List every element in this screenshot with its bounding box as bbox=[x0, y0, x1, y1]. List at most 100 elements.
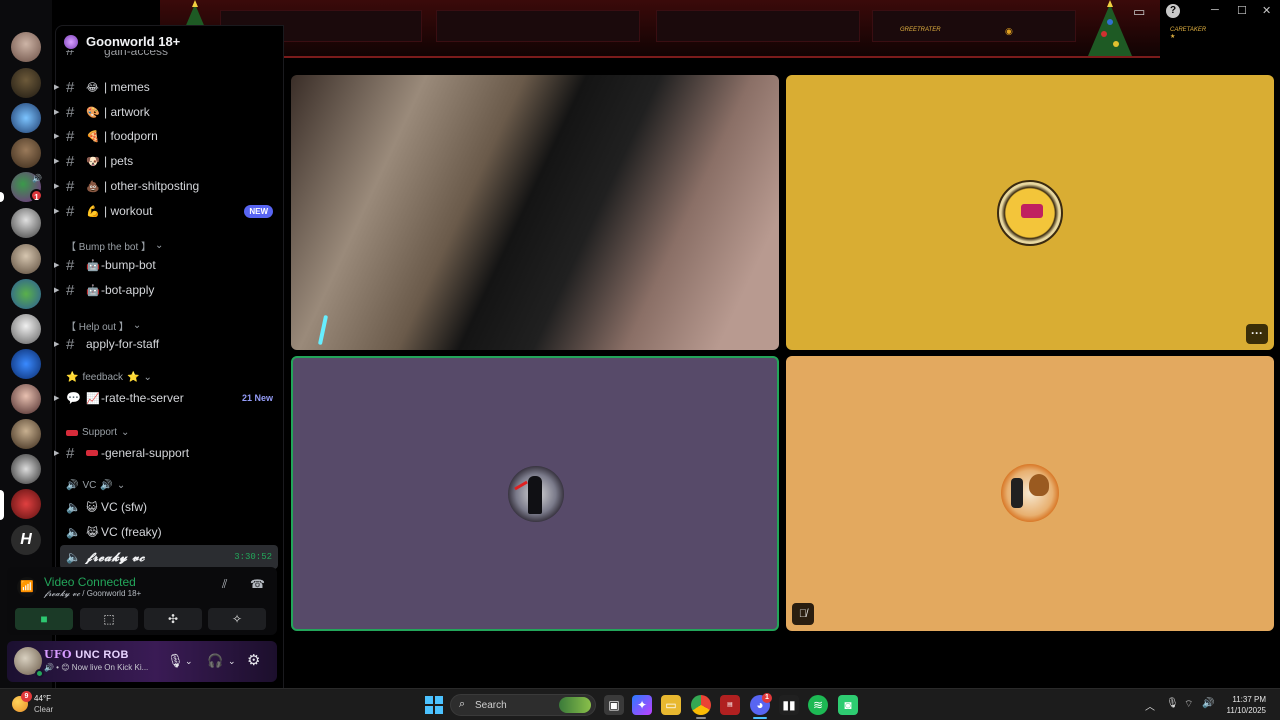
channel-other-shitposting[interactable]: ▶ # 💩 | other-shitposting bbox=[54, 174, 285, 198]
chevron-down-icon[interactable]: ⌄ bbox=[185, 656, 193, 667]
disconnect-icon[interactable]: ☎ bbox=[250, 577, 265, 591]
chevron-down-icon[interactable]: ⌄ bbox=[228, 656, 236, 667]
server-icon-14[interactable] bbox=[11, 489, 41, 519]
channel-name: -rate-the-server bbox=[101, 391, 184, 405]
server-icon-2[interactable] bbox=[11, 68, 41, 98]
chevron-down-icon: ⌄ bbox=[143, 372, 152, 383]
speaker-icon: 🔊 bbox=[66, 480, 79, 491]
connection-server-name: Goonworld 18+ bbox=[86, 589, 142, 598]
chevron-down-icon: ⌄ bbox=[116, 480, 126, 491]
video-tile-participant[interactable]: ··· bbox=[786, 75, 1274, 350]
category-vc[interactable]: 🔊 VC 🔊 ⌄ bbox=[66, 480, 125, 491]
task-view-icon[interactable]: ▣ bbox=[604, 695, 624, 715]
screen-share-button[interactable]: ⬚ bbox=[80, 608, 138, 630]
server-icon-7[interactable] bbox=[11, 244, 41, 274]
chrome-icon[interactable] bbox=[691, 695, 711, 715]
audio-app-icon[interactable]: ▮▮ bbox=[779, 695, 799, 715]
hash-icon: # bbox=[66, 78, 75, 96]
more-options-button[interactable]: ··· bbox=[1246, 324, 1268, 344]
spotify-icon[interactable]: ≋ bbox=[808, 695, 828, 715]
hash-icon: # bbox=[66, 281, 75, 299]
app-icon[interactable]: ▤ bbox=[720, 695, 740, 715]
speaker-icon: 🔈 bbox=[66, 550, 81, 564]
maximize-icon[interactable]: ☐ bbox=[1237, 4, 1247, 17]
activities-button[interactable]: ✣ bbox=[144, 608, 202, 630]
microphone-icon[interactable]: 🎙 bbox=[167, 653, 184, 669]
status-emoji: 😊 bbox=[61, 663, 70, 672]
star-icon: ⭐ bbox=[127, 372, 140, 383]
channel-apply-for-staff[interactable]: ▶ # apply-for-staff bbox=[54, 332, 285, 356]
caret-icon: ▶ bbox=[54, 287, 60, 294]
speaker-icon: 🔊 bbox=[32, 174, 42, 183]
server-icon-8[interactable] bbox=[11, 279, 41, 309]
app-icon[interactable]: ◙ bbox=[838, 695, 858, 715]
copilot-icon[interactable]: ✦ bbox=[632, 695, 652, 715]
star-icon: ⭐ bbox=[66, 372, 79, 383]
server-icon-6[interactable] bbox=[11, 208, 41, 238]
taskbar-search[interactable]: ⌕ Search bbox=[450, 694, 596, 716]
category-support[interactable]: Support ⌄ bbox=[66, 427, 129, 438]
channel-partial[interactable]: # gain-access bbox=[56, 50, 285, 62]
category-feedback[interactable]: ⭐ feedback ⭐ ⌄ bbox=[66, 372, 152, 383]
video-tile-participant[interactable]: 🎙̸ bbox=[786, 356, 1274, 631]
connection-channel[interactable]: 𝓯𝓻𝓮𝓪𝓴𝔂 𝓿𝓬 / Goonworld 18+ bbox=[44, 589, 141, 599]
help-icon[interactable]: ? bbox=[1166, 4, 1180, 18]
channel-general-support[interactable]: ▶ # -general-support bbox=[54, 441, 285, 465]
server-icon-15[interactable]: H bbox=[11, 525, 41, 555]
connection-channel-name: 𝓯𝓻𝓮𝓪𝓴𝔂 𝓿𝓬 bbox=[44, 589, 81, 598]
channel-memes[interactable]: ▶ # 😂 | memes bbox=[54, 75, 285, 99]
microphone-icon[interactable]: 🎙 bbox=[1166, 698, 1179, 709]
username[interactable]: UFO UNC ROB bbox=[44, 648, 129, 661]
headphones-icon[interactable]: 🎧 bbox=[207, 653, 223, 669]
close-icon[interactable]: ✕ bbox=[1262, 4, 1271, 17]
inbox-icon[interactable]: ▭ bbox=[1133, 4, 1145, 20]
soundboard-button[interactable]: ✧ bbox=[208, 608, 266, 630]
volume-icon[interactable]: 🔊 bbox=[1202, 698, 1214, 709]
windows-start-icon[interactable] bbox=[424, 695, 444, 715]
user-panel: UFO UNC ROB 🔊 • 😊 Now live On Kick Ki...… bbox=[7, 641, 277, 682]
channel-rate-the-server[interactable]: ▶ 💬 📈 -rate-the-server 21 New bbox=[54, 386, 285, 410]
server-icon-13[interactable] bbox=[11, 454, 41, 484]
file-explorer-icon[interactable]: ▭ bbox=[661, 695, 681, 715]
server-icon-11[interactable] bbox=[11, 384, 41, 414]
video-tile-camera[interactable] bbox=[291, 75, 779, 350]
hash-icon: # bbox=[66, 177, 75, 195]
noise-suppression-icon[interactable]: ⫽ bbox=[222, 577, 227, 592]
channel-foodporn[interactable]: ▶ # 🍕 | foodporn bbox=[54, 124, 285, 148]
weather-temp: 44°F bbox=[34, 694, 51, 703]
server-header[interactable]: Goonworld 18+ bbox=[64, 34, 180, 49]
server-icon-3[interactable] bbox=[11, 103, 41, 133]
caret-icon: ▶ bbox=[54, 84, 60, 91]
wifi-icon[interactable]: ⌔ bbox=[1184, 698, 1193, 711]
weather-desc: Clear bbox=[34, 705, 54, 714]
server-icon-12[interactable] bbox=[11, 419, 41, 449]
channel-bot-apply[interactable]: ▶ # 🤖 -bot-apply bbox=[54, 278, 285, 302]
minimize-icon[interactable]: ─ bbox=[1211, 4, 1219, 16]
clock-date: 11/10/2025 bbox=[1226, 706, 1266, 715]
server-icon-4[interactable] bbox=[11, 138, 41, 168]
channel-workout[interactable]: ▶ # 💪 | workout NEW bbox=[54, 199, 285, 223]
search-label: Search bbox=[475, 700, 507, 711]
video-tile-participant-speaking[interactable] bbox=[291, 356, 779, 631]
server-icon-1[interactable] bbox=[11, 32, 41, 62]
chevron-up-icon[interactable]: ︿ bbox=[1145, 698, 1155, 713]
hash-icon: # bbox=[66, 256, 75, 274]
channel-name: VC (sfw) bbox=[101, 500, 147, 514]
status-text: Now live On Kick Ki... bbox=[71, 663, 149, 672]
voice-channel-freaky[interactable]: 🔈 😹 VC (freaky) bbox=[56, 520, 285, 544]
channel-bump-bot[interactable]: ▶ # 🤖 -bump-bot bbox=[54, 253, 285, 277]
voice-channel-active[interactable]: 🔈 𝓯𝓻𝓮𝓪𝓴𝔂 𝓿𝓬 3:30:52 bbox=[60, 545, 278, 569]
category-bump-the-bot[interactable]: 【 Bump the bot 】 ⌄ bbox=[66, 238, 163, 253]
camera-button[interactable]: ■ bbox=[15, 608, 73, 630]
server-icon-9[interactable] bbox=[11, 314, 41, 344]
server-icon-10[interactable] bbox=[11, 349, 41, 379]
channel-pets[interactable]: ▶ # 🐶 | pets bbox=[54, 149, 285, 173]
category-help-out[interactable]: 【 Help out 】 ⌄ bbox=[66, 318, 141, 333]
gear-icon[interactable]: ⚙ bbox=[247, 651, 260, 669]
channel-artwork[interactable]: ▶ # 🎨 | artwork bbox=[54, 100, 285, 124]
system-clock[interactable]: 11:37 PM 11/10/2025 bbox=[1227, 694, 1266, 716]
category-label: 【 Help out 】 bbox=[66, 322, 129, 333]
signal-icon[interactable]: 📶 bbox=[17, 577, 37, 597]
channel-name: | memes bbox=[104, 80, 150, 94]
voice-channel-sfw[interactable]: 🔈 😺 VC (sfw) bbox=[56, 495, 285, 519]
